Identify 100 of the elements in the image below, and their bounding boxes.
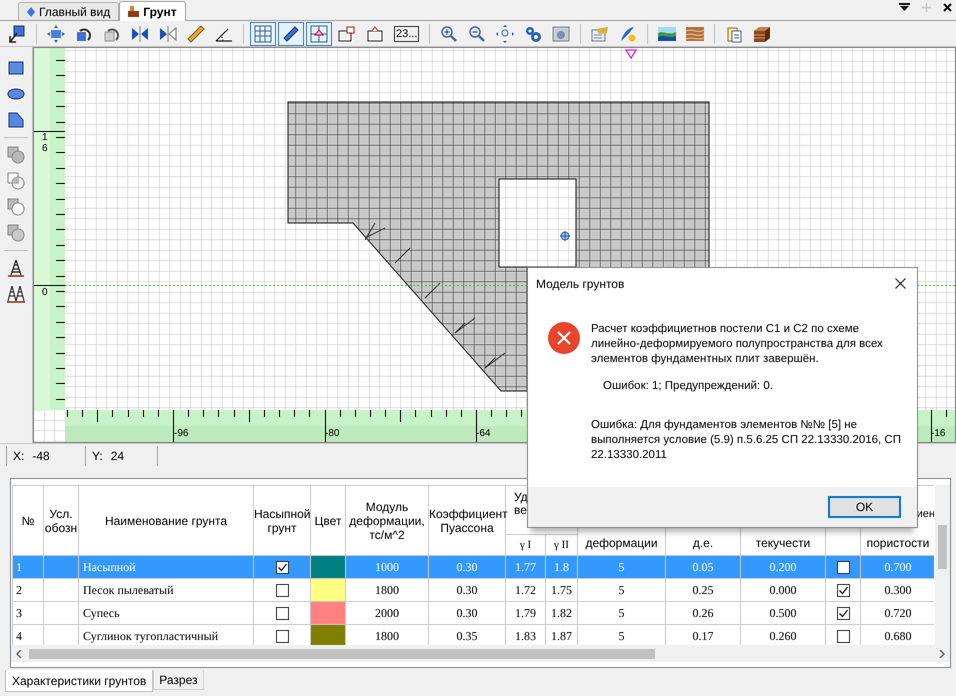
table-cell: 0.17 [692,629,714,643]
column-header: Уд [514,491,528,504]
table-cell: Насыпной [83,560,136,574]
frame-icon [338,24,356,42]
scroll-right-icon[interactable] [938,650,946,658]
zoom-out-icon [468,24,486,42]
table-cell: 5 [618,629,624,643]
table-cell: 0.25 [692,583,714,597]
column-header: № [22,514,34,528]
grid-icon [254,24,272,42]
zoom-in-icon [440,24,458,42]
box-icon [753,24,772,42]
table-row[interactable]: 3 Супесь 2000 0.30 1.79 1.82 5 0.26 0.500 0.720 [12,602,934,624]
polygon-icon [7,111,25,129]
column-header: Насыпной грунт [254,506,310,534]
table-cell: 5 [618,606,624,620]
gears-icon [524,24,542,42]
column-header: Модуль деформации, тс/м^2 [349,500,425,542]
error-icon [548,322,580,354]
ruler-label: 16 [42,132,48,154]
column-header: д.е. [692,536,714,550]
checkbox[interactable] [276,606,288,620]
checkbox[interactable] [276,560,288,574]
snap-grid-icon [310,24,328,42]
pan-icon [496,24,514,42]
checkbox[interactable] [836,560,850,574]
dialog-title: Модель грунтов [536,276,624,292]
table-cell: 1.83 [515,629,536,643]
coordinate-value: 24 [110,448,124,465]
close-icon[interactable] [895,278,906,289]
column-header: Цвет [314,514,342,528]
intersect-icon [7,172,25,190]
ruler-icon [187,24,205,42]
checkbox[interactable] [836,606,850,620]
column-header: деформации [585,536,658,550]
dialog-error-text: Ошибка: Для фундаментов элементов №№ [5] не выполняется условие (5.9) п.5.6.25 СП 22.13330.2016, СП 22.13330.2011 [591,418,902,463]
checkbox[interactable] [836,630,850,642]
table-cell: 0.000 [770,583,796,597]
coordinate-label: Y: [92,448,103,465]
tab[interactable]: Разрез [153,670,204,690]
table-cell: 0.35 [456,629,478,643]
tower-icon [7,259,25,277]
towers-icon [7,285,25,303]
crosshair-icon [560,230,570,242]
coordinate-value: -48 [32,448,50,465]
tab[interactable]: Грунт [119,1,186,21]
table-cell: 0.30 [456,583,478,597]
dialog-summary: Ошибок: 1; Предупреждений: 0. [602,379,774,394]
table-row[interactable]: 4 Суглинок тугопластичный 1800 0.35 1.83 1.87 5 0.17 0.260 0.680 [12,624,934,645]
table-cell: 1.75 [551,583,572,597]
table-cell: 0.200 [770,560,796,574]
table-row[interactable]: 2 Песок пылеватый 1800 0.30 1.72 1.75 5 0.25 0.000 0.300 [12,578,934,602]
table-cell: 1.82 [551,606,572,620]
close-icon[interactable] [943,3,952,12]
table-cell: 5 [618,560,624,574]
checkbox[interactable] [836,584,850,596]
column-header: текучести [756,536,810,550]
column-header: пористости [866,536,930,550]
table-cell: 1.87 [551,629,572,643]
table-cell: 0.700 [884,560,912,574]
subtract-icon [7,198,25,216]
union-icon [7,146,25,164]
dropdown-icon[interactable] [899,3,910,12]
camera-icon [552,24,570,42]
coordinate-label: X: [13,448,24,465]
tab[interactable]: Характеристики грунтов [5,670,154,692]
column-header: ве [514,504,527,517]
table-cell: 0.680 [884,629,912,643]
ok-button[interactable]: OK [828,496,901,518]
stick-icon [282,24,300,42]
table-cell: 0.300 [884,583,912,597]
scroll-left-icon[interactable] [15,650,23,658]
mirror-icon [159,24,177,42]
ruler-label: -16 [931,428,946,440]
table-cell: 0.500 [770,606,796,620]
table-cell: 0.05 [692,560,714,574]
table-cell: 5 [618,583,624,597]
feather-icon [619,24,638,42]
table-cell: 1000 [375,560,399,574]
rectangle-icon [7,59,25,77]
layers-icon [686,24,704,42]
table-cell: 0.720 [884,606,912,620]
table-cell: 0.260 [770,629,796,643]
table-cell: 1.77 [515,560,536,574]
table-cell: 2000 [375,606,399,620]
table-cell: 3 [16,606,22,620]
tab[interactable]: Главный вид [18,2,120,20]
table-cell: 1800 [375,629,399,643]
mirror-icon [131,24,149,42]
vertical-scrollbar[interactable] [935,485,950,645]
horizontal-scrollbar[interactable] [11,645,950,662]
table-cell: 1.72 [515,583,536,597]
toolbar-button[interactable] [278,22,304,46]
table-cell: 4 [16,629,22,643]
column-header: Наименование грунта [104,514,228,528]
table-cell: 1.79 [515,606,536,620]
checkbox[interactable] [276,630,288,642]
checkbox[interactable] [276,584,288,596]
xor-icon [7,224,25,242]
column-header: Коэффициент Пуассона [429,506,508,534]
